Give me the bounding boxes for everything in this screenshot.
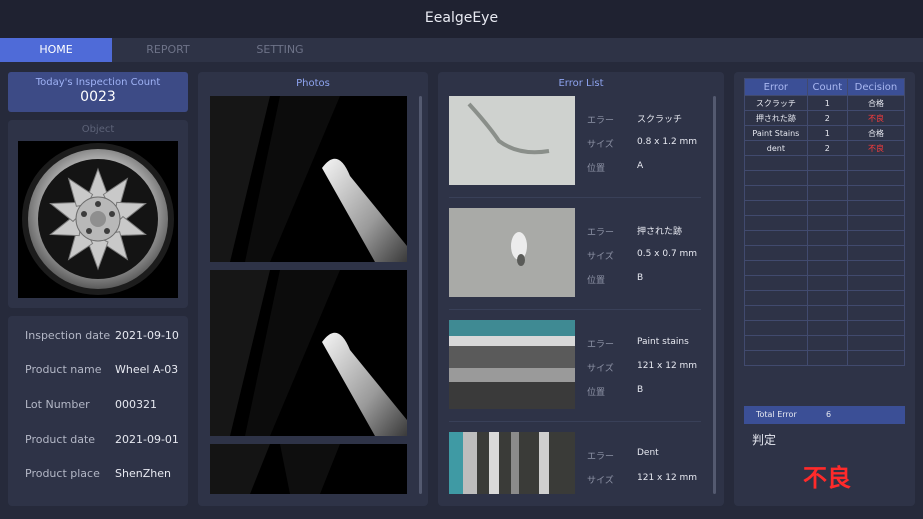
error-4-error-label: エラー bbox=[587, 452, 615, 462]
error-list-scrollbar[interactable] bbox=[713, 96, 716, 494]
cell-error: 押された跡 bbox=[744, 110, 808, 126]
verdict-value: 不良 bbox=[803, 464, 851, 492]
error-4-size-value: 121 x 12 mm bbox=[637, 473, 698, 483]
error-2-error-value: 押された跡 bbox=[637, 227, 683, 237]
error-3-position-value: B bbox=[637, 385, 644, 395]
table-row bbox=[744, 215, 906, 231]
error-3-size-label: サイズ bbox=[587, 364, 614, 374]
cell-error: スクラッチ bbox=[744, 95, 808, 111]
info-value-product-date: 2021-09-01 bbox=[115, 433, 179, 446]
error-image-1[interactable] bbox=[449, 96, 575, 185]
cell-count: 2 bbox=[806, 110, 848, 126]
table-row bbox=[744, 155, 906, 171]
table-row bbox=[744, 260, 906, 276]
cell-count: 1 bbox=[806, 125, 848, 141]
error-3-size-value: 121 x 12 mm bbox=[637, 361, 698, 371]
table-row bbox=[744, 305, 906, 321]
info-label-lot-number: Lot Number bbox=[25, 398, 90, 411]
error-2-position-value: B bbox=[637, 273, 644, 283]
photo-2[interactable] bbox=[210, 270, 407, 436]
table-row bbox=[744, 320, 906, 336]
error-1-position-label: 位置 bbox=[587, 164, 606, 174]
error-2-size-label: サイズ bbox=[587, 252, 614, 262]
error-summary-table: Error Count Decision スクラッチ 1 合格 押された跡 2 … bbox=[744, 78, 906, 366]
table-row bbox=[744, 335, 906, 351]
info-label-inspection-date: Inspection date bbox=[25, 329, 111, 342]
error-2-position-label: 位置 bbox=[587, 276, 606, 286]
inspection-count-value: 0023 bbox=[80, 89, 116, 105]
table-row bbox=[744, 200, 906, 216]
info-value-product-place: ShenZhen bbox=[115, 467, 171, 480]
info-label-product-date: Product date bbox=[25, 433, 96, 446]
col-header-decision: Decision bbox=[846, 78, 906, 96]
error-image-3[interactable] bbox=[449, 320, 575, 409]
table-row bbox=[744, 230, 906, 246]
tab-report[interactable]: REPORT bbox=[112, 38, 224, 62]
info-label-product-name: Product name bbox=[25, 363, 102, 376]
table-row[interactable]: 押された跡 2 不良 bbox=[744, 110, 906, 126]
cell-count: 2 bbox=[806, 140, 848, 156]
error-3-error-value: Paint stains bbox=[637, 337, 689, 347]
table-row[interactable]: スクラッチ 1 合格 bbox=[744, 95, 906, 111]
info-label-product-place: Product place bbox=[25, 467, 100, 480]
cell-error: dent bbox=[744, 140, 808, 156]
error-4-error-value: Dent bbox=[637, 448, 659, 458]
inspection-count-box: Today's Inspection Count 0023 bbox=[8, 72, 188, 112]
error-1-error-label: エラー bbox=[587, 116, 615, 126]
cell-decision: 不良 bbox=[846, 110, 906, 126]
col-header-error: Error bbox=[744, 78, 808, 96]
divider bbox=[449, 309, 701, 310]
photos-scrollbar[interactable] bbox=[419, 96, 422, 494]
photo-3[interactable] bbox=[210, 444, 407, 494]
total-error-box: Total Error 6 bbox=[744, 406, 905, 424]
error-1-position-value: A bbox=[637, 161, 644, 171]
error-3-position-label: 位置 bbox=[587, 388, 606, 398]
error-1-error-value: スクラッチ bbox=[637, 115, 683, 125]
table-row[interactable]: dent 2 不良 bbox=[744, 140, 906, 156]
tab-setting[interactable]: SETTING bbox=[224, 38, 336, 62]
table-row bbox=[744, 290, 906, 306]
cell-count: 1 bbox=[806, 95, 848, 111]
error-2-error-label: エラー bbox=[587, 228, 615, 238]
info-value-lot-number: 000321 bbox=[115, 398, 157, 411]
title-bar: EealgeEye bbox=[0, 0, 923, 38]
error-1-size-label: サイズ bbox=[587, 140, 614, 150]
divider bbox=[449, 197, 701, 198]
nav-bar: HOME REPORT SETTING bbox=[0, 38, 923, 62]
total-error-label: Total Error bbox=[756, 410, 797, 419]
error-image-4[interactable] bbox=[449, 432, 575, 494]
wheel-image bbox=[22, 143, 174, 295]
table-row bbox=[744, 350, 906, 366]
object-image bbox=[18, 141, 178, 298]
error-image-2[interactable] bbox=[449, 208, 575, 297]
tab-home[interactable]: HOME bbox=[0, 38, 112, 62]
object-title: Object bbox=[81, 124, 115, 135]
error-4-size-label: サイズ bbox=[587, 476, 614, 486]
info-value-inspection-date: 2021-09-10 bbox=[115, 329, 179, 342]
info-value-product-name: Wheel A-03 bbox=[115, 363, 179, 376]
table-header-row: Error Count Decision bbox=[744, 78, 906, 96]
photos-title: Photos bbox=[296, 78, 330, 89]
table-row bbox=[744, 170, 906, 186]
table-row bbox=[744, 275, 906, 291]
error-list-title: Error List bbox=[558, 78, 604, 89]
inspection-count-title: Today's Inspection Count bbox=[35, 77, 161, 88]
verdict-label: 判定 bbox=[752, 433, 777, 447]
col-header-count: Count bbox=[806, 78, 848, 96]
error-2-size-value: 0.5 x 0.7 mm bbox=[637, 249, 698, 259]
error-3-error-label: エラー bbox=[587, 340, 615, 350]
cell-decision: 合格 bbox=[846, 95, 906, 111]
total-error-value: 6 bbox=[826, 410, 832, 419]
app-title: EealgeEye bbox=[424, 10, 499, 26]
table-row[interactable]: Paint Stains 1 合格 bbox=[744, 125, 906, 141]
table-row bbox=[744, 185, 906, 201]
error-1-size-value: 0.8 x 1.2 mm bbox=[637, 137, 698, 147]
cell-decision: 不良 bbox=[846, 140, 906, 156]
table-row bbox=[744, 245, 906, 261]
cell-error: Paint Stains bbox=[744, 125, 808, 141]
photo-1[interactable] bbox=[210, 96, 407, 262]
cell-decision: 合格 bbox=[846, 125, 906, 141]
divider bbox=[449, 421, 701, 422]
